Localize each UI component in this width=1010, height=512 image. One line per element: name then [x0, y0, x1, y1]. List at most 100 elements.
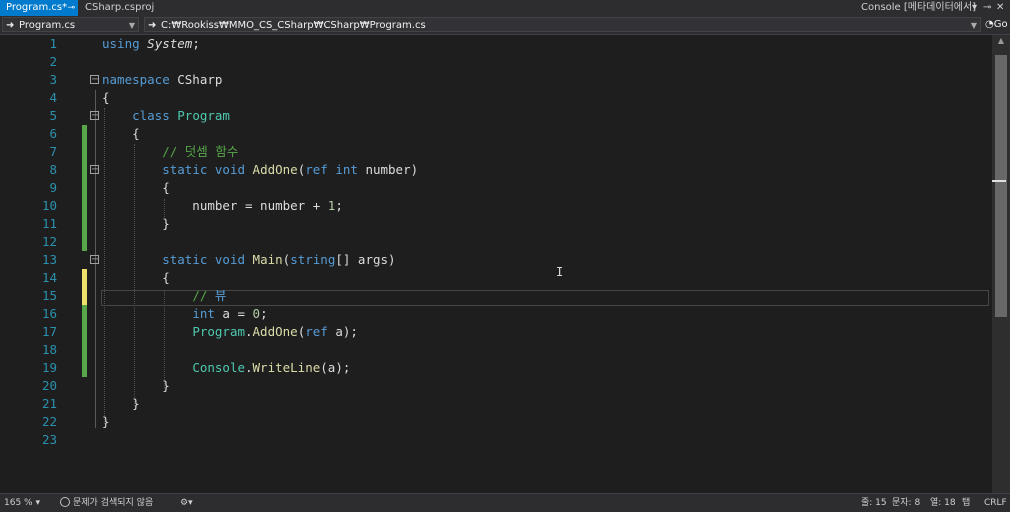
code-text: // 덧셈 함수 — [162, 144, 239, 159]
line-number: 12 — [41, 234, 57, 249]
code-text: Program.AddOne(ref a); — [192, 324, 358, 339]
code-line: 21 } — [0, 395, 990, 413]
code-text: int a = 0; — [192, 306, 268, 321]
code-editor[interactable]: 1 using System; 2 3 − namespace CSharp 4… — [0, 35, 1010, 493]
code-line: 7 // 덧셈 함수 — [0, 143, 990, 161]
go-button[interactable]: ◔Go — [985, 17, 1008, 32]
code-text: { — [102, 180, 170, 195]
collapse-icon[interactable]: − — [90, 165, 99, 175]
status-eol: CRLF — [984, 498, 1007, 508]
collapse-icon[interactable]: − — [90, 75, 99, 85]
zoom-level[interactable]: 165 % ▾ — [4, 494, 40, 512]
chevron-down-icon: ▼ — [970, 21, 977, 30]
path-dropdown[interactable]: ➜ C:₩Rookiss₩MMO_CS_CSharp₩CSharp₩Progra… — [144, 17, 981, 32]
chevron-down-icon: ▾ — [35, 498, 40, 508]
caret-position-marker — [992, 180, 1006, 182]
status-bar: 165 % ▾ 문제가 검색되지 않음 ⚙▾ 줄: 15 문자: 8 열: 18… — [0, 493, 1010, 512]
code-line: 15 // 뷰 — [0, 287, 990, 305]
issues-label: 문제가 검색되지 않음 — [73, 498, 154, 508]
path-dropdown-value: C:₩Rookiss₩MMO_CS_CSharp₩CSharp₩Program.… — [161, 20, 426, 31]
change-marker — [82, 269, 87, 287]
line-number: 1 — [49, 36, 57, 51]
tab-label: CSharp.csproj — [85, 2, 155, 13]
change-marker — [82, 179, 87, 197]
line-number: 3 — [49, 72, 57, 87]
navigation-bar: ➜ Program.cs ▼ ➜ C:₩Rookiss₩MMO_CS_CShar… — [0, 16, 1010, 35]
issues-indicator[interactable]: 문제가 검색되지 않음 — [60, 494, 153, 512]
status-line: 줄: 15 — [861, 498, 887, 508]
collapse-icon[interactable]: − — [90, 111, 99, 121]
change-marker — [82, 287, 87, 305]
scope-dropdown[interactable]: ➜ Program.cs ▼ — [2, 17, 139, 32]
code-line: 9 { — [0, 179, 990, 197]
code-line: 16 int a = 0; — [0, 305, 990, 323]
code-line: 5 − class Program — [0, 107, 990, 125]
change-marker — [82, 323, 87, 341]
chevron-down-icon: ▼ — [128, 21, 135, 30]
scope-dropdown-value: Program.cs — [19, 20, 76, 31]
code-text: number = number + 1; — [102, 198, 343, 213]
code-text: static void Main(string[] args) — [162, 252, 396, 267]
change-marker — [82, 125, 87, 143]
tab-csharp-csproj[interactable]: CSharp.csproj — [79, 0, 160, 16]
change-marker — [82, 143, 87, 161]
code-line: 13 − static void Main(string[] args) — [0, 251, 990, 269]
line-number: 6 — [49, 126, 57, 141]
code-text: namespace CSharp — [102, 72, 223, 87]
code-line: 14 { — [0, 269, 990, 287]
vertical-scrollbar[interactable]: ▲ — [992, 35, 1010, 493]
arrow-right-icon: ➜ — [148, 20, 157, 31]
scrollbar-thumb[interactable] — [995, 55, 1007, 317]
code-text: class Program — [132, 108, 230, 123]
line-number: 10 — [41, 198, 57, 213]
code-line: 8 − static void AddOne(ref int number) — [0, 161, 990, 179]
line-number: 5 — [49, 108, 57, 123]
line-number: 22 — [41, 414, 57, 429]
tab-console-metadata[interactable]: Console [메타데이터에서] — [861, 0, 976, 16]
code-line: 3 − namespace CSharp — [0, 71, 990, 89]
change-marker — [82, 197, 87, 215]
line-number: 13 — [41, 252, 57, 267]
line-number: 18 — [41, 342, 57, 357]
code-line: 10 number = number + 1; — [0, 197, 990, 215]
code-text: static void AddOne(ref int number) — [162, 162, 419, 177]
code-line: 19 Console.WriteLine(a); — [0, 359, 990, 377]
code-text: { — [102, 126, 140, 141]
line-number: 2 — [49, 54, 57, 69]
code-line: 1 using System; — [0, 35, 990, 53]
cleanup-icon[interactable]: ⚙▾ — [180, 494, 193, 512]
pin-icon[interactable]: ⊸ — [67, 0, 75, 16]
code-line: 4 { — [0, 89, 990, 107]
line-number: 21 — [41, 396, 57, 411]
code-text: } — [102, 414, 110, 429]
tab-dropdown-icon[interactable]: ▾ — [972, 0, 977, 16]
go-icon: ◔ — [985, 19, 994, 30]
line-number: 15 — [41, 288, 57, 303]
code-line: 11 } — [0, 215, 990, 233]
line-number: 11 — [41, 216, 57, 231]
code-text: Console.WriteLine(a); — [192, 360, 351, 375]
line-number: 20 — [41, 378, 57, 393]
collapse-icon[interactable]: − — [90, 255, 99, 265]
close-icon[interactable]: ✕ — [996, 0, 1004, 16]
line-number: 9 — [49, 180, 57, 195]
code-line: 12 — [0, 233, 990, 251]
change-marker — [82, 359, 87, 377]
status-col: 열: 18 — [930, 498, 956, 508]
line-number: 16 — [41, 306, 57, 321]
tab-pin-icon[interactable]: ⊸ — [983, 0, 991, 16]
tab-label: Program.cs* — [6, 2, 68, 13]
go-label: Go — [993, 19, 1008, 30]
document-tab-strip: Program.cs* ⊸ CSharp.csproj Console [메타데… — [0, 0, 1010, 16]
change-marker — [82, 341, 87, 359]
code-text: // 뷰 — [192, 288, 227, 303]
tab-program-cs[interactable]: Program.cs* ⊸ — [0, 0, 78, 16]
line-number: 4 — [49, 90, 57, 105]
change-marker — [82, 233, 87, 251]
code-line: 20 } — [0, 377, 990, 395]
change-marker — [82, 305, 87, 323]
code-line: 23 — [0, 431, 990, 449]
scroll-up-icon[interactable]: ▲ — [992, 35, 1010, 47]
line-number: 8 — [49, 162, 57, 177]
code-text: using System; — [102, 36, 200, 51]
